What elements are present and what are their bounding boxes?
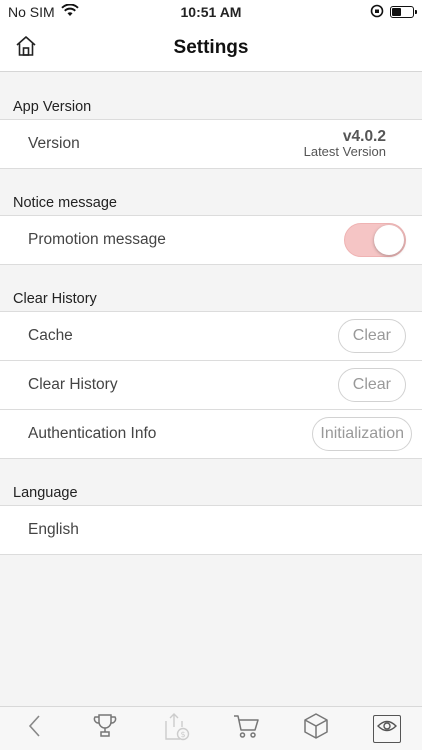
version-row: Version v4.0.2 Latest Version [0,120,422,169]
wifi-icon [60,3,79,20]
tab-upload[interactable]: $ [156,711,196,747]
tab-cart[interactable] [226,711,266,747]
language-row[interactable]: English [0,506,422,555]
upload-coin-icon: $ [162,711,190,746]
cache-row: Cache Clear [0,312,422,361]
tab-view[interactable] [367,711,407,747]
settings-list: App Version Version v4.0.2 Latest Versio… [0,73,422,555]
promotion-toggle[interactable] [344,223,406,257]
auth-label: Authentication Info [28,425,157,442]
tab-bar: $ [0,706,422,750]
home-button[interactable] [12,34,40,62]
section-header-language: Language [0,459,422,506]
trophy-icon [93,713,117,744]
back-button[interactable] [15,711,55,747]
back-chevron-icon [27,714,43,743]
clear-history-button[interactable]: Clear [337,368,406,402]
initialization-button[interactable]: Initialization [312,417,412,451]
home-icon [14,34,38,63]
auth-row: Authentication Info Initialization [0,410,422,459]
promotion-row: Promotion message [0,216,422,265]
status-bar: No SIM 10:51 AM [0,0,422,24]
page-title: Settings [173,36,249,58]
nav-bar: Settings [0,24,422,72]
section-header-notice: Notice message [0,169,422,216]
status-right [370,4,417,21]
carrier-label: No SIM [8,4,55,20]
clear-history-label: Clear History [28,376,118,393]
tab-ranking[interactable] [85,711,125,747]
version-info: v4.0.2 Latest Version [304,128,406,159]
status-left: No SIM [8,3,79,20]
svg-text:$: $ [180,730,185,739]
battery-icon [390,6,417,18]
cache-label: Cache [28,327,73,344]
tab-view-frame [372,714,401,743]
promotion-label: Promotion message [28,231,166,248]
section-header-clear-history: Clear History [0,265,422,312]
orientation-lock-icon [370,4,384,21]
version-status: Latest Version [303,144,386,160]
tab-box[interactable] [296,711,336,747]
eye-icon [376,719,397,738]
box-icon [303,712,329,745]
clear-cache-button[interactable]: Clear [337,319,406,353]
version-number: v4.0.2 [342,128,386,146]
clear-history-row: Clear History Clear [0,361,422,410]
cart-icon [232,713,260,744]
version-label: Version [28,135,80,152]
language-value: English [28,521,79,538]
toggle-knob [374,225,404,255]
section-header-app-version: App Version [0,73,422,120]
